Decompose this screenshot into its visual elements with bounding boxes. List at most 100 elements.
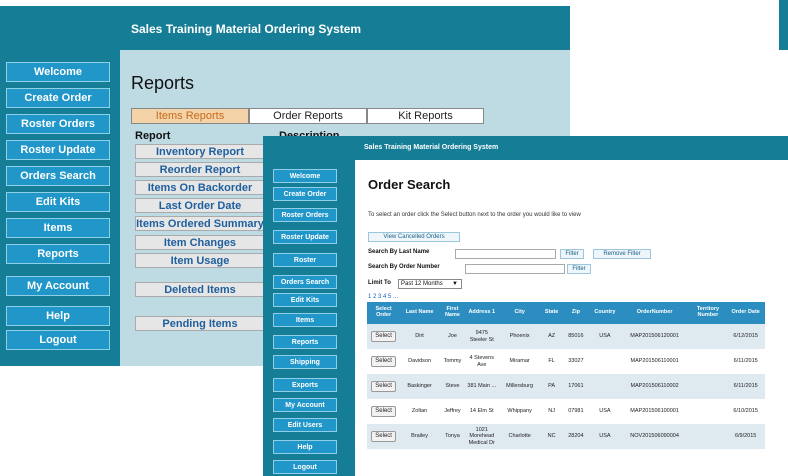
cell-first-name: Jeffrey <box>438 399 467 424</box>
app-header: Sales Training Material Ordering System <box>263 136 788 160</box>
select-order-button[interactable]: Select <box>371 431 396 442</box>
nav-items[interactable]: Items <box>273 313 337 327</box>
nav-roster-update[interactable]: Roster Update <box>273 230 337 244</box>
cell-address: 1021 Morehead Medical Dr <box>466 424 498 449</box>
report-items-on-backorder[interactable]: Items On Backorder <box>135 180 265 195</box>
column-address: Address 1 <box>466 302 498 324</box>
filter-order-number-button[interactable]: Filter <box>567 264 591 274</box>
search-last-name-label: Search By Last Name <box>368 249 430 255</box>
nav-items[interactable]: Items <box>6 218 110 238</box>
cell-last-name: Baskinger <box>400 374 439 399</box>
report-last-order-date[interactable]: Last Order Date <box>135 198 265 213</box>
report-items-ordered-summary[interactable]: Items Ordered Summary <box>135 216 265 231</box>
tab-order-reports[interactable]: Order Reports <box>249 108 367 124</box>
nav-reports[interactable]: Reports <box>6 244 110 264</box>
cell-last-name: Brailey <box>400 424 439 449</box>
nav-welcome[interactable]: Welcome <box>273 169 337 183</box>
cell-order-number: MAP201506120001 <box>619 324 690 349</box>
select-order-button[interactable]: Select <box>371 356 396 367</box>
nav-roster-orders[interactable]: Roster Orders <box>6 114 110 134</box>
remove-filter-button[interactable]: Remove Filter <box>593 249 651 259</box>
cell-order-number: MAP201506110001 <box>619 349 690 374</box>
cell-order-date: 6/12/2015 <box>726 324 765 349</box>
column-select-order: Select Order <box>367 302 401 324</box>
report-item-usage[interactable]: Item Usage <box>135 253 265 268</box>
nav-shipping[interactable]: Shipping <box>273 355 337 369</box>
sidebar: Welcome Create Order Roster Orders Roste… <box>0 50 120 366</box>
cell-first-name: Steve <box>438 374 467 399</box>
last-name-input[interactable] <box>455 249 556 259</box>
cell-order-number: MAP201506100001 <box>619 399 690 424</box>
nav-help[interactable]: Help <box>6 306 110 326</box>
nav-edit-kits[interactable]: Edit Kits <box>273 293 337 307</box>
cell-order-number: MAP201506110002 <box>619 374 690 399</box>
cell-order-date: 6/10/2015 <box>726 399 765 424</box>
nav-orders-search[interactable]: Orders Search <box>273 275 337 289</box>
cell-country <box>590 374 620 399</box>
table-header-row: Select Order Last Name First Name Addres… <box>367 302 765 324</box>
cell-first-name: Tommy <box>438 349 467 374</box>
nav-roster[interactable]: Roster <box>273 253 337 267</box>
cell-city: Miramar <box>497 349 542 374</box>
cell-last-name: Dirt <box>400 324 439 349</box>
column-territory-number: Territory Number <box>689 302 727 324</box>
table-row: Select Brailey Tonya 1021 Morehead Medic… <box>367 424 765 449</box>
nav-exports[interactable]: Exports <box>273 378 337 392</box>
cell-order-date: 6/11/2015 <box>726 349 765 374</box>
instructions: To select an order click the Select butt… <box>368 212 581 218</box>
select-order-button[interactable]: Select <box>371 381 396 392</box>
view-cancelled-orders-button[interactable]: View Cancelled Orders <box>368 232 460 242</box>
order-number-input[interactable] <box>465 264 565 274</box>
limit-select[interactable]: Past 12 Months ▼ <box>398 279 462 289</box>
app-header: Sales Training Material Ordering System <box>0 6 570 50</box>
nav-my-account[interactable]: My Account <box>273 398 337 412</box>
search-order-number-label: Search By Order Number <box>368 264 440 270</box>
cell-order-date: 6/9/2015 <box>726 424 765 449</box>
nav-logout[interactable]: Logout <box>273 460 337 474</box>
cell-territory <box>689 424 727 449</box>
nav-welcome[interactable]: Welcome <box>6 62 110 82</box>
column-first-name: First Name <box>438 302 467 324</box>
sidebar: Welcome Create Order Roster Orders Roste… <box>263 160 355 476</box>
nav-roster-orders[interactable]: Roster Orders <box>273 208 337 222</box>
pagination[interactable]: 1 2 3 4 5 ... <box>368 294 398 300</box>
cell-state: NC <box>541 424 562 449</box>
filter-last-name-button[interactable]: Filter <box>560 249 584 259</box>
cell-zip: 85016 <box>561 324 591 349</box>
report-inventory[interactable]: Inventory Report <box>135 144 265 159</box>
nav-edit-users[interactable]: Edit Users <box>273 418 337 432</box>
nav-my-account[interactable]: My Account <box>6 276 110 296</box>
nav-logout[interactable]: Logout <box>6 330 110 350</box>
cell-order-date: 6/11/2015 <box>726 374 765 399</box>
report-reorder[interactable]: Reorder Report <box>135 162 265 177</box>
orders-table: Select Order Last Name First Name Addres… <box>367 302 765 449</box>
cell-country: USA <box>590 424 620 449</box>
select-order-button[interactable]: Select <box>371 406 396 417</box>
cell-country: USA <box>590 399 620 424</box>
cell-zip: 28204 <box>561 424 591 449</box>
nav-help[interactable]: Help <box>273 440 337 454</box>
order-search-window: Sales Training Material Ordering System … <box>263 136 788 476</box>
column-zip: Zip <box>561 302 591 324</box>
tab-kit-reports[interactable]: Kit Reports <box>367 108 484 124</box>
column-city: City <box>497 302 542 324</box>
nav-create-order[interactable]: Create Order <box>6 88 110 108</box>
nav-create-order[interactable]: Create Order <box>273 187 337 201</box>
nav-edit-kits[interactable]: Edit Kits <box>6 192 110 212</box>
nav-orders-search[interactable]: Orders Search <box>6 166 110 186</box>
cell-city: Whippany <box>497 399 542 424</box>
report-deleted-items[interactable]: Deleted Items <box>135 282 265 297</box>
column-state: State <box>541 302 562 324</box>
report-item-changes[interactable]: Item Changes <box>135 235 265 250</box>
column-order-date: Order Date <box>726 302 765 324</box>
cell-zip: 17061 <box>561 374 591 399</box>
select-order-button[interactable]: Select <box>371 331 396 342</box>
cell-zip: 07981 <box>561 399 591 424</box>
tab-items-reports[interactable]: Items Reports <box>131 108 249 124</box>
nav-roster-update[interactable]: Roster Update <box>6 140 110 160</box>
report-pending-items[interactable]: Pending Items <box>135 316 265 331</box>
cell-territory <box>689 324 727 349</box>
cell-address: 14 Elm St <box>466 399 498 424</box>
nav-reports[interactable]: Reports <box>273 335 337 349</box>
table-row: Select Davidson Tommy 4 Stevens Ave Mira… <box>367 349 765 374</box>
